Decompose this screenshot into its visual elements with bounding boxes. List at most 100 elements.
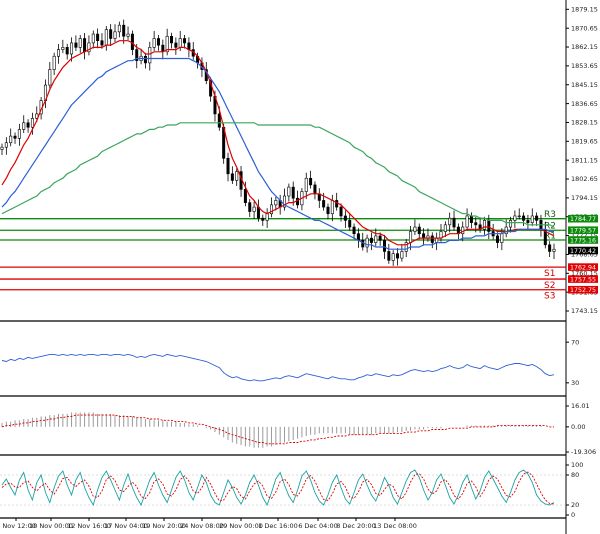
candle-body (326, 206, 330, 215)
candle-body (548, 244, 552, 252)
stoch-tick-label: 20 (571, 501, 579, 509)
price-tick-label: 1870.65 (571, 24, 598, 32)
candle-body (517, 215, 521, 218)
candle-body (382, 240, 386, 252)
candle-body (452, 217, 456, 228)
candle-body (26, 122, 30, 128)
rsi-tick-label: 70 (571, 338, 579, 346)
price-tick-label: 1853.65 (571, 62, 598, 70)
level-tag-label: 1757.55 (570, 276, 596, 283)
candle-body (335, 200, 339, 208)
price-tick-label: 1828.15 (571, 119, 598, 127)
candle-body (443, 224, 447, 232)
candle-body (78, 38, 82, 48)
candle-body (178, 38, 182, 48)
candle-body (183, 38, 187, 44)
candle-body (57, 49, 61, 57)
candle-body (361, 240, 365, 248)
macd-tick-label: 16.01 (571, 402, 590, 410)
candle-body (9, 135, 13, 144)
candle-body (0, 146, 4, 150)
candle-body (535, 215, 539, 221)
candle-body (143, 55, 147, 64)
candle-body (291, 186, 295, 199)
macd-tick-label: 0.00 (571, 423, 585, 431)
candle-body (465, 215, 469, 228)
candle-body (422, 233, 426, 239)
price-tick-label: 1802.65 (571, 175, 598, 183)
candle-body (330, 200, 334, 215)
price-tick-label: 1836.65 (571, 100, 598, 108)
candle-body (400, 251, 404, 259)
candle-body (522, 215, 526, 221)
candle-body (70, 42, 74, 55)
candle-body (109, 29, 113, 39)
price-tick-label: 1819.65 (571, 138, 598, 146)
candle-body (435, 237, 439, 243)
candle-body (170, 35, 174, 44)
candle-body (378, 235, 382, 241)
price-tick-label: 1845.15 (571, 81, 598, 89)
candle-body (487, 220, 491, 232)
candle-body (174, 42, 178, 48)
level-tag-label: 1775.16 (570, 237, 596, 244)
candle-body (530, 215, 534, 223)
candle-body (83, 38, 87, 53)
level-tag-label: 1762.94 (570, 264, 596, 271)
level-name-s3: S3 (544, 292, 555, 302)
candle-body (365, 237, 369, 248)
candle-body (430, 235, 434, 243)
candle-body (48, 69, 52, 86)
candle-body (252, 206, 256, 212)
candle-body (287, 186, 291, 197)
candle-body (117, 24, 121, 33)
level-tag-label: 1779.57 (570, 228, 596, 235)
candle-body (387, 251, 391, 261)
candle-body (348, 220, 352, 228)
candle-body (17, 129, 21, 139)
candle-body (313, 184, 317, 195)
candle-body (504, 226, 508, 235)
candle-body (309, 177, 313, 186)
stoch-tick-label: 80 (571, 471, 579, 479)
candle-body (152, 38, 156, 48)
candle-body (413, 226, 417, 232)
candle-body (374, 235, 378, 243)
candle-body (52, 55, 56, 70)
stoch-tick-label: 0 (571, 511, 575, 519)
candle-body (509, 220, 513, 228)
candle-body (469, 215, 473, 223)
candle-body (339, 206, 343, 217)
candle-body (13, 135, 17, 139)
level-name-s1: S1 (544, 269, 555, 279)
candle-body (304, 177, 308, 192)
candle-body (461, 226, 465, 235)
candle-body (274, 200, 278, 206)
candle-body (156, 38, 160, 46)
stoch-tick-label: 100 (571, 461, 583, 469)
candle-body (417, 226, 421, 235)
x-tick-label: 29 Nov 00:00 (219, 522, 263, 530)
x-tick-label: 24 Nov 08:00 (180, 522, 224, 530)
price-tick-label: 1879.15 (571, 6, 598, 14)
candle-body (22, 122, 26, 130)
x-tick-label: 6 Dec 04:00 (298, 522, 338, 530)
rsi-tick-label: 30 (571, 379, 579, 387)
candle-body (391, 253, 395, 261)
candle-body (113, 31, 117, 39)
candle-body (352, 226, 356, 235)
candle-body (104, 29, 108, 46)
level-tag-label: 1784.77 (570, 216, 596, 223)
candle-body (343, 215, 347, 221)
macd-tick-label: -19.306 (571, 448, 596, 456)
candle-body (148, 47, 152, 64)
candle-body (74, 42, 78, 48)
candle-body (235, 171, 239, 181)
candle-body (296, 197, 300, 206)
candle-body (100, 40, 104, 46)
price-tick-label: 1794.15 (571, 194, 598, 202)
candle-body (230, 173, 234, 181)
candle-body (4, 142, 8, 148)
candle-body (217, 113, 221, 128)
price-tick-label: 1743.15 (571, 307, 598, 315)
